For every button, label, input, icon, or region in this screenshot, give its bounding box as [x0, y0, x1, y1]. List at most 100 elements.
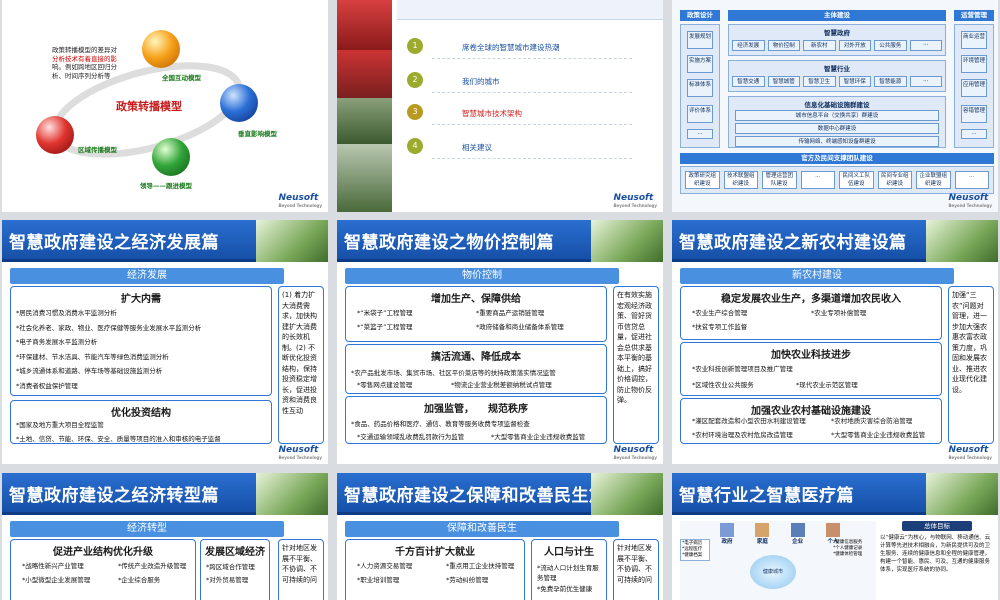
green-ball-icon: [152, 138, 190, 176]
agenda-num-4: 4: [407, 138, 423, 154]
section-bar: 经济发展: [10, 268, 284, 284]
agenda-item-1[interactable]: 席卷全球的智慧城市建设热潮: [462, 42, 560, 53]
side-note: 针对地区发展不平衡、不协调、不可持续的问: [613, 539, 659, 600]
goal-title: 总体目标: [902, 521, 972, 531]
neusoft-logo: Neusoft Beyond Technology: [948, 193, 992, 208]
section-bar: 保障和改善民生: [345, 521, 619, 537]
health-cloud-diagram: *电子病历 *远程医疗 *健康档案 政府 家庭 企业 个人 健康城市 *健康信息…: [680, 521, 876, 600]
node-company: 企业: [790, 523, 805, 545]
slide-economic-development[interactable]: 智慧政府建设之经济发展篇 经济发展 扩大内需 *居民消费习惯及消费水平监测分析 …: [2, 220, 328, 464]
node-row: 政府 家庭 企业 个人: [720, 523, 840, 545]
slide-banner: 智慧政府建设之经济转型篇: [2, 473, 328, 515]
photo-column: [337, 0, 392, 212]
agenda-num-2: 2: [407, 72, 423, 88]
industry-items: 智慧交通 智慧城管 智慧卫生 智慧环保 智慧能源 ...: [729, 73, 945, 90]
neusoft-logo: Neusoft Beyond Technology: [613, 445, 657, 460]
goal-box: 总体目标 以“健康云”为核心，与物联网、移动通信、云计算等先进技术相融合，为新民…: [880, 521, 994, 599]
gov-panel: 智慧政府 经济发展 物价控制 新农村 对外开放 公共服务 ...: [728, 24, 946, 56]
goal-text: 以“健康云”为核心，与物联网、移动通信、云计算等先进技术相融合，为新民提供可及的…: [880, 535, 991, 573]
box-investment: 优化投资结构 *国家及地方重大项目全程监管 *土地、信贷、节能、环保、安全、质量…: [10, 400, 272, 444]
side-note: 在有效实施宏观经济政策、管好货币信贷总量，促进社会总供求基本平衡的基础上，搞好价…: [613, 286, 659, 444]
right-notes: *健康信息服务 *个人健康记录 *健康体检管理: [833, 540, 863, 557]
agenda-num-1: 1: [407, 38, 423, 54]
photo-city-4: [337, 144, 392, 212]
leaf-photo: [926, 473, 998, 515]
health-city-hub: 健康城市: [750, 555, 796, 589]
neusoft-logo: Neusoft Beyond Technology: [613, 193, 657, 208]
box-supervision: 加强监管， 规范秩序 *食品、药品价格和医疗、通信、教育等服务收费专项监督检查 …: [345, 396, 607, 444]
slide-title: 智慧政府建设之新农村建设篇: [679, 233, 907, 253]
infra-panel: 信息化基础设施群建设 城市信息平台（交换共享）群建设 数据中心群建设 传输网络、…: [728, 96, 946, 148]
neusoft-logo: Neusoft Beyond Technology: [278, 445, 322, 460]
agenda-num-3: 3: [407, 104, 423, 120]
side-note: 针对地区发展不平衡、不协调、不可持续的问: [278, 539, 324, 600]
section-bar: 物价控制: [345, 268, 619, 284]
head-policy: 政策设计: [680, 10, 720, 21]
gov-items: 经济发展 物价控制 新农村 对外开放 公共服务 ...: [729, 37, 945, 54]
agenda-item-4[interactable]: 相关建议: [462, 142, 492, 153]
box-agri-tech: 加快农业科技进步 *农业科技创新管理项目及推广管理 *区域性农业公共服务 *现代…: [680, 342, 942, 396]
box-agri-production: 稳定发展农业生产，多渠道增加农民收入 *农业生产综合管理 *扶贫专项工作监督 *…: [680, 286, 942, 340]
label-region: 区域传播模型: [78, 146, 117, 154]
head-ops: 运营管理: [954, 10, 994, 21]
slide-title: 智慧政府建设之物价控制篇: [344, 233, 554, 253]
photo-city-3: [337, 98, 392, 144]
orange-ball-icon: [142, 30, 180, 68]
right-column: 商业运营 环境管理 应用管理 容错管理 ...: [954, 24, 994, 148]
industry-panel: 智慧行业 智慧交通 智慧城管 智慧卫生 智慧环保 智慧能源 ...: [728, 60, 946, 92]
box-domestic-demand: 扩大内需 *居民消费习惯及消费水平监测分析 *社会化养老、家政、物业、医疗保健等…: [10, 286, 272, 396]
leaf-photo: [256, 220, 328, 262]
left-notes: *电子病历 *远程医疗 *健康档案: [680, 539, 710, 561]
head-main: 主体建设: [728, 10, 946, 21]
node-family: 家庭: [755, 523, 770, 545]
label-vertical: 垂直影响模型: [238, 130, 277, 138]
team-row: 政策研究组织建设 技术联盟组织建设 管理运营团队建设 ... 民间义工队伍建设 …: [680, 166, 994, 194]
photo-city-1: [337, 0, 392, 50]
leaf-photo: [256, 473, 328, 515]
neusoft-logo: Neusoft Beyond Technology: [948, 445, 992, 460]
leaf-photo: [591, 220, 663, 262]
box-regional-economy: 发展区域经济 *跨区域合作管理 *对外贸易管理: [200, 539, 270, 600]
label-national: 全国互动模型: [162, 74, 201, 82]
slide-banner: 智慧政府建设之物价控制篇: [337, 220, 663, 262]
slide-banner: 智慧政府建设之新农村建设篇: [672, 220, 998, 262]
neusoft-logo: Neusoft Beyond Technology: [278, 193, 322, 208]
slide-policy-model[interactable]: 政策转播模型的差异对 分析技术有着直接的影 响。例如跨地区回归分 析、时间序列分…: [2, 0, 328, 212]
slide-title: 智慧行业之智慧医疗篇: [679, 486, 854, 506]
slide-title: 智慧政府建设之经济转型篇: [9, 486, 219, 506]
left-column: 发展规划 实施方案 标准体系 评价体系 ...: [680, 24, 720, 148]
section-bar: 经济转型: [10, 521, 284, 537]
label-leader: 领导——跟进模型: [140, 182, 192, 190]
leaf-photo: [591, 473, 663, 515]
blue-ball-icon: [220, 84, 258, 122]
leaf-photo: [926, 220, 998, 262]
box-circulation: 搞活流通、降低成本 *农产品批发市场、集贸市场、社区平价菜店等的扶持政策落实情况…: [345, 344, 607, 394]
agenda-item-2[interactable]: 我们的城市: [462, 76, 500, 87]
slide-banner: 智慧政府建设之经济发展篇: [2, 220, 328, 262]
slide-title: 智慧政府建设之保障和改善民生篇: [344, 486, 607, 506]
box-employment: 千方百计扩大就业 *人力资源交易管理 *职业培训管理 *重点用工企业扶持管理 *…: [345, 539, 525, 600]
slide-banner: 智慧行业之智慧医疗篇: [672, 473, 998, 515]
model-title: 政策转播模型: [116, 100, 182, 113]
slide-economic-transformation[interactable]: 智慧政府建设之经济转型篇 经济转型 促进产业结构优化升级 *战略性新兴产业管理 …: [2, 473, 328, 600]
node-gov: 政府: [720, 523, 734, 545]
side-note: 加强“三农”问题对管理，进一步加大强农惠农富农政策力度，巩固和发展农业、推进农业…: [948, 286, 994, 444]
box-infrastructure: 加强农业农村基础设施建设 *灌区配套改造和小型农田水利建设管理 *农村地质灾害综…: [680, 398, 942, 444]
slide-new-countryside[interactable]: 智慧政府建设之新农村建设篇 新农村建设 稳定发展农业生产，多渠道增加农民收入 *…: [672, 220, 998, 464]
side-note: (1) 着力扩大消费需求，加快构建扩大消费的长效机制。(2) 不断优化投资结构，…: [278, 286, 324, 444]
agenda-item-3[interactable]: 智慧城市技术架构: [462, 108, 522, 119]
slide-architecture[interactable]: 政策设计 主体建设 运营管理 发展规划 实施方案 标准体系 评价体系 ... 商…: [672, 0, 998, 212]
slide-banner: 智慧政府建设之保障和改善民生篇: [337, 473, 663, 515]
slide-price-control[interactable]: 智慧政府建设之物价控制篇 物价控制 增加生产、保障供给 *“米袋子”工程管理 *…: [337, 220, 663, 464]
slide-smart-healthcare[interactable]: 智慧行业之智慧医疗篇 *电子病历 *远程医疗 *健康档案 政府 家庭 企业 个人…: [672, 473, 998, 600]
box-supply: 增加生产、保障供给 *“米袋子”工程管理 *“菜篮子”工程管理 *重要商品产运销…: [345, 286, 607, 342]
slide-title: 智慧政府建设之经济发展篇: [9, 233, 219, 253]
red-ball-icon: [36, 116, 74, 154]
box-industry-upgrade: 促进产业结构优化升级 *战略性新兴产业管理 *小型微型企业发展管理 *传统产业改…: [10, 539, 196, 600]
team-header: 官方及民间支撑团队建设: [680, 153, 994, 164]
slide-agenda[interactable]: 1 席卷全球的智慧城市建设热潮 2 我们的城市 3 智慧城市技术架构 4 相关建…: [337, 0, 663, 212]
section-bar: 新农村建设: [680, 268, 954, 284]
box-population: 人口与计生 *流动人口计划生育服务管理 *免费孕前优生健康: [531, 539, 607, 600]
photo-city-2: [337, 50, 392, 98]
slide-livelihood[interactable]: 智慧政府建设之保障和改善民生篇 保障和改善民生 千方百计扩大就业 *人力资源交易…: [337, 473, 663, 600]
